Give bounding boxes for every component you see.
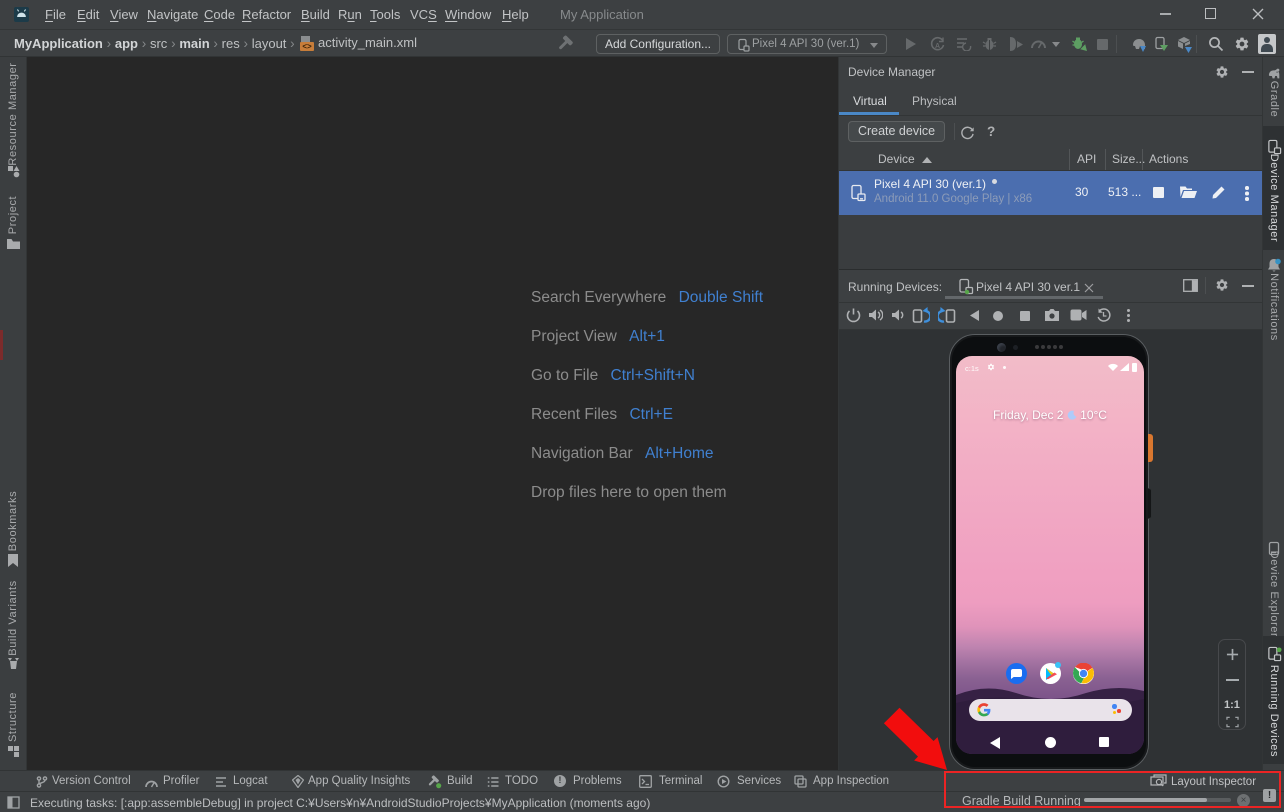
svg-text:A: A xyxy=(935,43,940,50)
